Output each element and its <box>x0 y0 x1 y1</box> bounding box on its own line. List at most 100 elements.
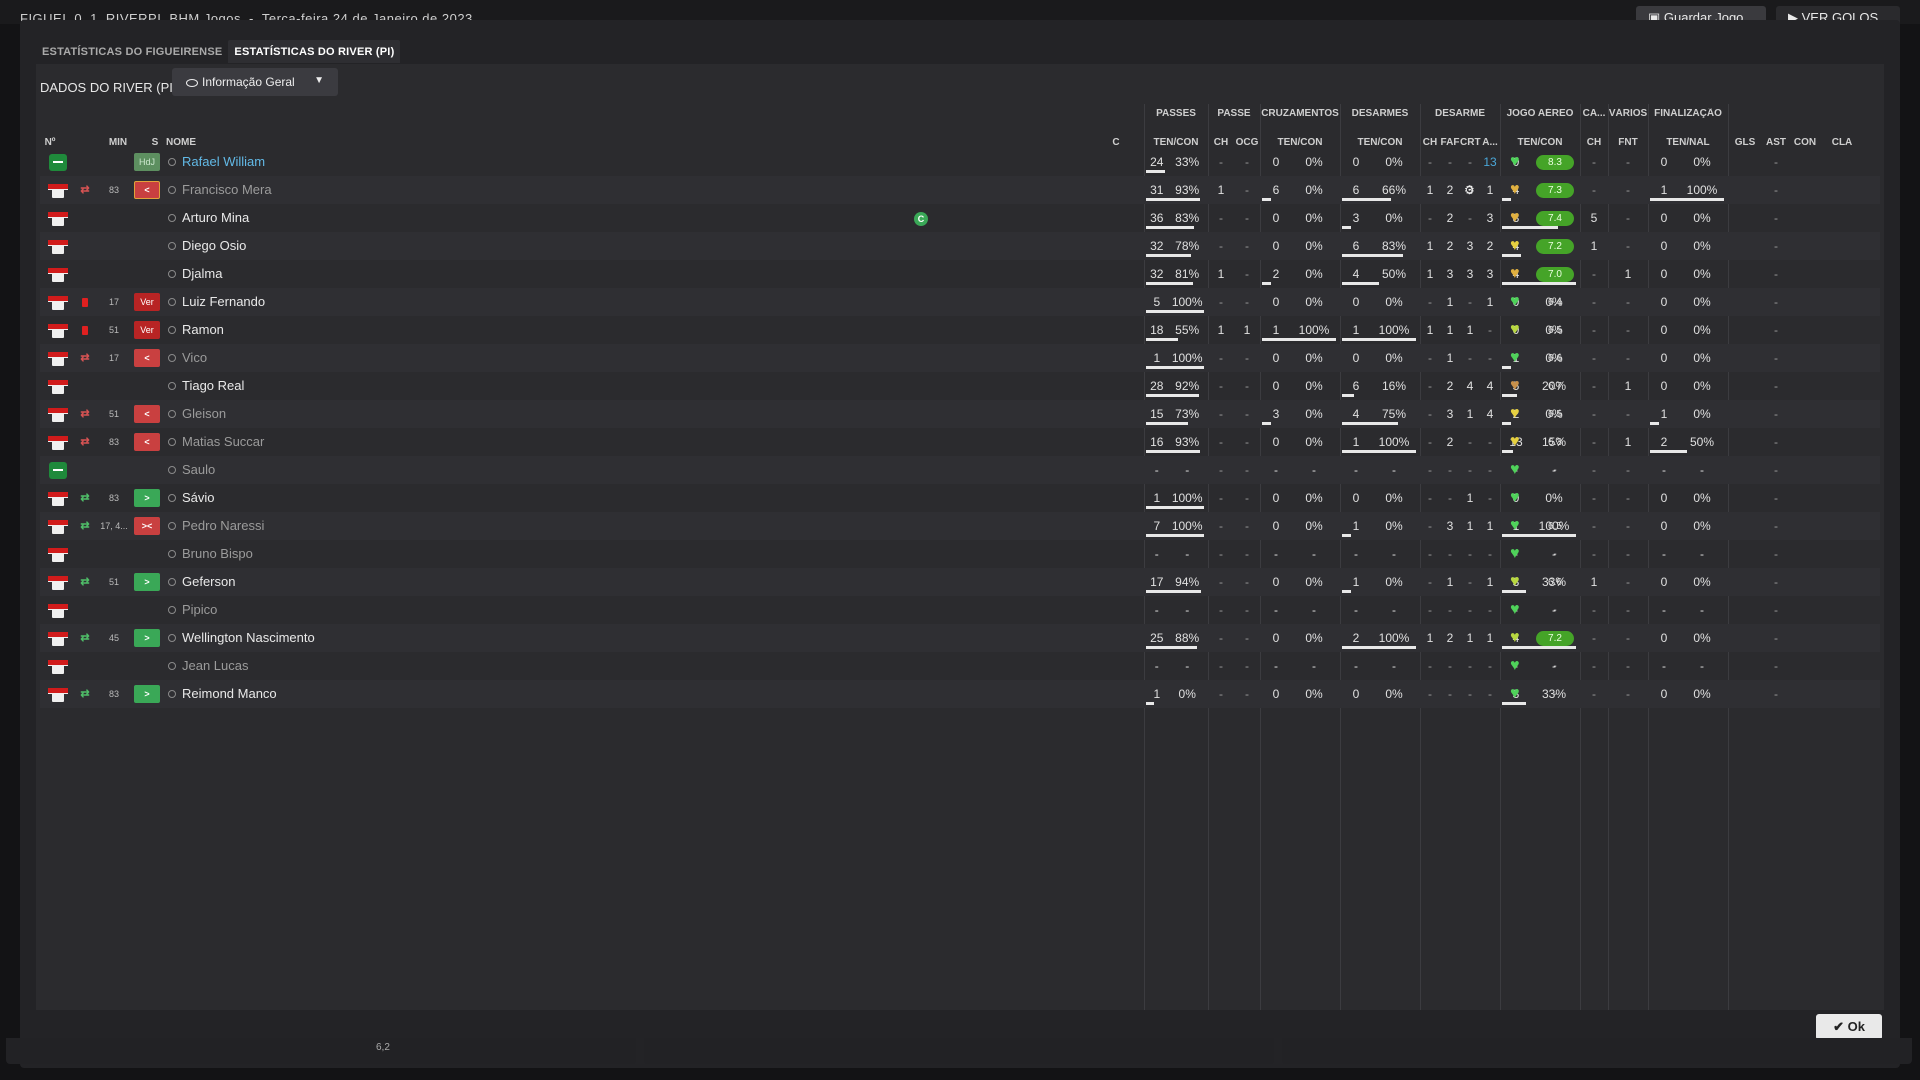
tackle-a: - <box>1488 659 1492 673</box>
column-header-ch[interactable]: CH <box>1208 137 1234 148</box>
table-row[interactable]: Tiago Real 28 92% - -0 0% 6 16% -2 4 4 5 20% -1 0 0% - ♥ 6… <box>40 372 1880 400</box>
column-header-c[interactable]: C <box>1108 137 1124 148</box>
rating-badge: 6.5 <box>1548 521 1562 532</box>
player-name[interactable]: Jean Lucas <box>182 652 249 680</box>
passes-ch: - <box>1219 603 1223 617</box>
player-name[interactable]: Diego Osio <box>182 232 246 260</box>
player-status-icon <box>168 522 176 530</box>
table-row[interactable]: Diego Osio3278%--00%683%1232425%1-00%-♥7… <box>40 232 1880 260</box>
column-header-crt[interactable]: CRT <box>1460 137 1481 148</box>
player-name[interactable]: Matias Succar <box>182 428 264 456</box>
table-row[interactable]: ⇄ 83 > Reimond Manco 1 0% - -0 0% 0 0% - - - -3 33% - -0 0… <box>40 680 1880 708</box>
player-status-icon <box>168 382 176 390</box>
tackles-attempts: - <box>1354 463 1358 477</box>
table-row[interactable]: ⇄ 45 > Wellington Nascimento 25 88% - -0 0% 2 100%… <box>40 624 1880 652</box>
column-header-a[interactable]: A... <box>1480 137 1500 148</box>
column-header-ocg[interactable]: OCG <box>1234 137 1260 148</box>
tackle-ch: - <box>1428 463 1432 477</box>
minute-label <box>100 456 128 484</box>
table-row[interactable]: ⇄ 51 < Gleison 15 73% - -3 0% 4 75% -3 1 4 2 0% - -1 0% - ♥ 6… <box>40 400 1880 428</box>
player-name[interactable]: Vico <box>182 344 207 372</box>
tab-river[interactable]: ESTATÍSTICAS DO RIVER (PI) <box>228 40 401 63</box>
column-header-gls[interactable]: GLS <box>1728 137 1762 148</box>
player-name[interactable]: Geferson <box>182 568 235 596</box>
column-header-aereo[interactable]: TEN/CON <box>1500 137 1580 148</box>
minute-label: 83 <box>108 689 119 699</box>
player-name[interactable]: Pipico <box>182 596 217 624</box>
player-name[interactable]: Bruno Bispo <box>182 540 253 568</box>
passes-bar <box>1146 394 1200 397</box>
red-card-icon <box>82 298 88 307</box>
crosses-attempts: 0 <box>1272 351 1280 365</box>
table-row[interactable]: Djalma3281%1-20%450%13334100%-100%-♥7.0 <box>40 260 1880 288</box>
table-row[interactable]: HdJRafael William2433%--00%00%---1300%--… <box>40 148 1880 176</box>
crosses-attempts: 0 <box>1272 155 1280 169</box>
column-header-name[interactable]: NOME <box>166 137 226 148</box>
table-row[interactable]: ⇄ 83 < Matias Succar 16 93% - -0 0% 1 100% -2- -13 15… <box>40 428 1880 456</box>
table-row[interactable]: 51 Ver Ramon 18 55% 1 1 1 100% 1 100% 1 1 1-0 0% - -0 0% -… <box>40 316 1880 344</box>
player-name[interactable]: Luiz Fernando <box>182 288 265 316</box>
shots-pct: 0% <box>1693 575 1711 589</box>
column-header-s[interactable]: S <box>148 137 162 148</box>
shirt-band <box>48 660 68 665</box>
table-row[interactable]: Saulo - - - - - - - - - - - - - - - - - - - ♥ - <box>40 456 1880 484</box>
column-header-faf[interactable]: FAF <box>1440 137 1460 148</box>
column-header-desarmes[interactable]: TEN/CON <box>1340 137 1420 148</box>
passes-ch: - <box>1219 379 1223 393</box>
player-name[interactable]: Tiago Real <box>182 372 244 400</box>
minute-label: 17 <box>108 353 119 363</box>
condition-heart-icon: ♥ <box>1510 293 1520 310</box>
ok-button[interactable]: ✔ Ok <box>1816 1014 1882 1040</box>
table-row[interactable]: ⇄ 83 > Sávio 1 100% - -0 0% 0 0% - -1-0 0% - -0 0% - ♥ - <box>40 484 1880 512</box>
table-row[interactable]: ⇄ 17 < Vico 1 100% - -0 0% 0 0% -1- -1 0% - -0 0% - ♥ 6.6 <box>40 344 1880 372</box>
table-row[interactable]: Bruno Bispo - - - - - - - - - - - - - - - - - - - ♥ - <box>40 540 1880 568</box>
passes-ch: - <box>1219 407 1223 421</box>
column-header-fnt[interactable]: FNT <box>1608 137 1648 148</box>
table-row[interactable]: ⇄ 51 > Geferson 17 94% - -0 0% 1 0% -1-1 3 33% 1-0 0% - ♥… <box>40 568 1880 596</box>
tackle-a: 1 <box>1486 295 1494 309</box>
sub-badge: < <box>134 349 160 367</box>
table-row[interactable]: 17 Ver Luiz Fernando 5 100% - -0 0% 0 0% -1-1 0 0% - -… <box>40 288 1880 316</box>
player-name[interactable]: Ramon <box>182 316 224 344</box>
player-name[interactable]: Saulo <box>182 456 215 484</box>
column-header-cla[interactable]: CLA <box>1820 137 1864 148</box>
player-name[interactable]: Francisco Mera <box>182 176 272 204</box>
player-name[interactable]: Arturo Mina <box>182 204 249 232</box>
various-fnt: 1 <box>1624 267 1632 281</box>
player-name[interactable]: Sávio <box>182 484 215 512</box>
shots-pct: 0% <box>1693 211 1711 225</box>
player-status-icon <box>168 634 176 642</box>
player-name[interactable]: Djalma <box>182 260 222 288</box>
column-header-passes[interactable]: TEN/CON <box>1144 137 1208 148</box>
player-name[interactable]: Pedro Naressi <box>182 512 264 540</box>
tab-figueirense[interactable]: ESTATÍSTICAS DO FIGUEIRENSE <box>36 40 228 63</box>
table-row[interactable]: ⇄83<Francisco Mera3193%1-60%666%123140%-… <box>40 176 1880 204</box>
player-name[interactable]: Rafael William <box>182 148 265 176</box>
condition-heart-icon: ♥ <box>1510 377 1520 394</box>
table-row[interactable]: ⇄ 17, 4... >< Pedro Naressi 7 100% - -0 0% 1 0% -3 1… <box>40 512 1880 540</box>
passes-ocg: - <box>1245 659 1249 673</box>
column-header-d_ch[interactable]: CH <box>1420 137 1440 148</box>
column-header-ca_ch[interactable]: CH <box>1580 137 1608 148</box>
table-row[interactable]: Pipico - - - - - - - - - - - - - - - - - - - ♥ - <box>40 596 1880 624</box>
tackle-crt: - <box>1468 603 1472 617</box>
table-row[interactable]: Arturo MinaC3683%--00%30%-2-3875%5-00%-♥… <box>40 204 1880 232</box>
column-header-con[interactable]: CON <box>1790 137 1820 148</box>
ca-ch: - <box>1592 351 1596 365</box>
player-name[interactable]: Gleison <box>182 400 226 428</box>
shirt-icon <box>48 545 68 563</box>
column-header-ast[interactable]: AST <box>1762 137 1790 148</box>
player-status-icon <box>168 186 176 194</box>
shirt-icon <box>48 237 68 255</box>
crosses-pct: 0% <box>1305 351 1323 365</box>
column-header-fin[interactable]: TEN/NAL <box>1648 137 1728 148</box>
column-header-min[interactable]: MIN <box>102 137 134 148</box>
shirt-icon <box>48 377 68 395</box>
player-name[interactable]: Wellington Nascimento <box>182 624 315 652</box>
column-header-num[interactable]: Nº <box>40 137 60 148</box>
column-header-cruz[interactable]: TEN/CON <box>1260 137 1340 148</box>
shots-attempts: 0 <box>1660 687 1668 701</box>
player-name[interactable]: Reimond Manco <box>182 680 277 708</box>
passes-bar <box>1146 646 1198 649</box>
table-row[interactable]: Jean Lucas - - - - - - - - - - - - - - - - - - - ♥ - <box>40 652 1880 680</box>
